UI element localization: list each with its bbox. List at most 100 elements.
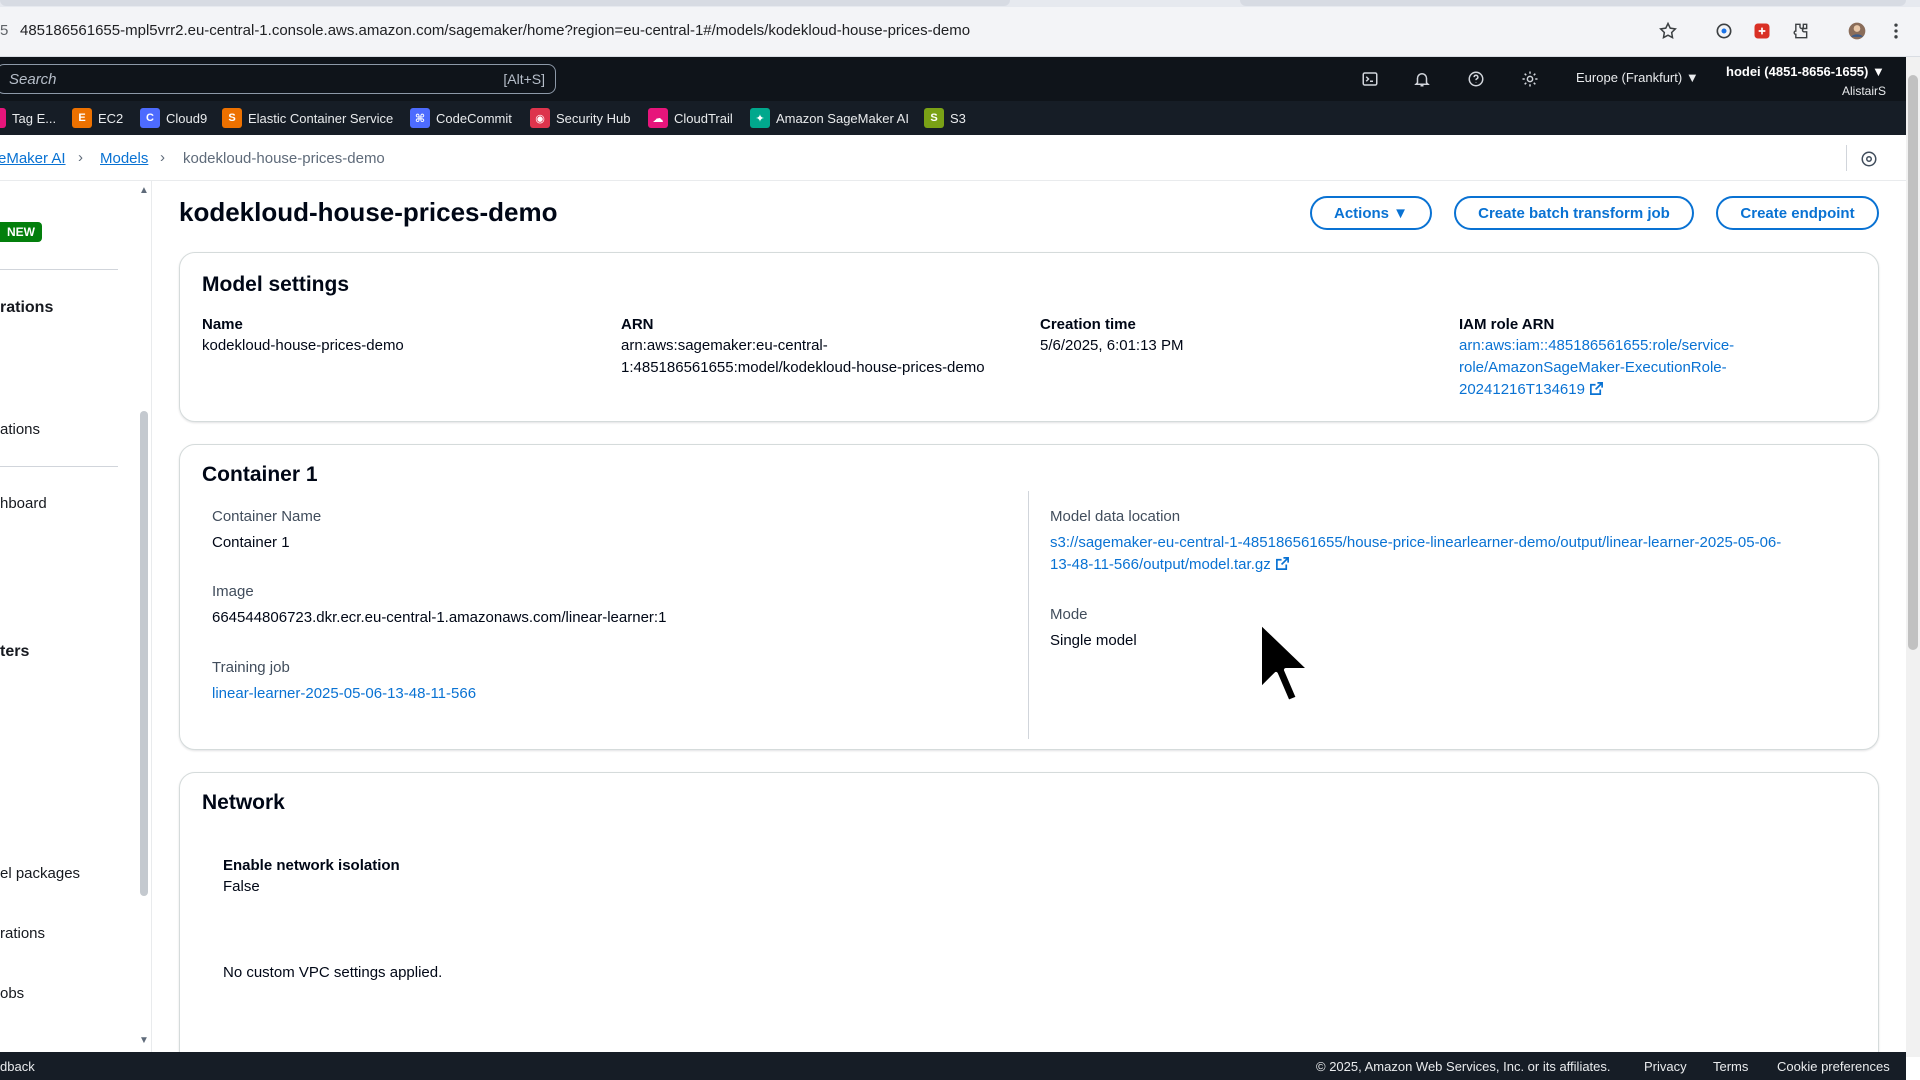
name-label: Name [202,316,243,333]
create-batch-transform-job-button[interactable]: Create batch transform job [1454,196,1694,230]
training-job-label: Training job [212,659,290,676]
model-data-location-label: Model data location [1050,508,1181,525]
favorite-tag-editor[interactable]: T Tag E... [0,108,56,128]
scroll-up-icon[interactable]: ▲ [139,185,149,196]
tag-editor-icon: T [0,108,6,128]
favorite-codecommit[interactable]: ⌘ CodeCommit [410,108,512,128]
favorite-ecs[interactable]: S Elastic Container Service [222,108,393,128]
search-shortcut-hint: [Alt+S] [503,71,545,87]
active-tab-hint[interactable] [0,0,1010,6]
iam-line: arn:aws:iam::485186561655:role/service- [1459,337,1735,354]
arn-line: arn:aws:sagemaker:eu-central- [621,337,828,354]
sidebar-item-dashboard[interactable]: hboard [0,495,47,512]
favorite-label: EC2 [98,110,124,126]
tab-strip [0,0,1920,7]
breadcrumb-sagemaker[interactable]: eMaker AI [0,150,66,167]
network-isolation-value: False [223,878,260,895]
creation-time-value: 5/6/2025, 6:01:13 PM [1040,337,1184,354]
page-settings-icon[interactable] [1860,150,1878,168]
extensions-puzzle-icon[interactable] [1786,17,1814,45]
column-divider [1028,491,1029,739]
region-selector[interactable]: Europe (Frankfurt) ▼ [1576,70,1699,85]
scroll-down-icon[interactable]: ▼ [139,1035,149,1046]
iam-line-text: 20241216T134619 [1459,381,1585,398]
data-line-text: 13-48-11-566/output/model.tar.gz [1050,556,1271,573]
image-value: 664544806723.dkr.ecr.eu-central-1.amazon… [212,609,667,626]
network-panel: Network Enable network isolation False N… [179,772,1879,1072]
url-text[interactable]: 485186561655-mpl5vrr2.eu-central-1.conso… [20,22,970,39]
favorite-label: CodeCommit [436,110,512,126]
sidebar-item-applications[interactable]: ations [0,421,40,438]
feedback-link[interactable]: dback [0,1059,35,1074]
favorite-label: Tag E... [12,110,57,126]
extension-red-icon[interactable] [1748,17,1776,45]
network-isolation-label: Enable network isolation [223,857,400,874]
account-menu[interactable]: hodei (4851-8656-1655) ▼ [1726,64,1885,79]
container-name-label: Container Name [212,508,322,525]
data-line: 13-48-11-566/output/model.tar.gz [1050,554,1781,576]
create-endpoint-button[interactable]: Create endpoint [1716,196,1879,230]
favorite-sagemaker[interactable]: ✦ Amazon SageMaker AI [750,108,909,128]
favorite-cloudtrail[interactable]: ☁ CloudTrail [648,108,733,128]
actions-button[interactable]: Actions ▼ [1310,196,1432,230]
model-data-location-link[interactable]: s3://sagemaker-eu-central-1-485186561655… [1050,532,1781,576]
external-link-icon [1275,557,1289,570]
sidebar-scrollbar[interactable] [140,411,148,896]
cloudtrail-icon: ☁ [648,108,668,128]
favorite-label: Amazon SageMaker AI [776,110,909,126]
browser-menu-icon[interactable] [1882,17,1910,45]
favorite-ec2[interactable]: E EC2 [72,108,123,128]
console-footer: dback © 2025, Amazon Web Services, Inc. … [0,1052,1906,1080]
codecommit-icon: ⌘ [410,108,430,128]
favorite-label: Elastic Container Service [248,110,394,126]
favorite-cloud9[interactable]: C Cloud9 [140,108,207,128]
profile-avatar-icon[interactable] [1843,17,1871,45]
privacy-link[interactable]: Privacy [1644,1059,1687,1074]
sidebar-item-jobs[interactable]: obs [0,985,24,1002]
page-scrollbar-thumb[interactable] [1908,75,1918,650]
sidebar-divider [0,269,118,270]
image-label: Image [212,583,254,600]
search-input[interactable] [9,69,469,89]
sidebar-item-configurations[interactable]: rations [0,925,45,942]
cookie-preferences-link[interactable]: Cookie preferences [1777,1059,1890,1074]
notifications-bell-icon[interactable] [1410,67,1434,91]
console-search[interactable]: [Alt+S] [0,64,556,94]
iam-role-link[interactable]: arn:aws:iam::485186561655:role/service- … [1459,335,1734,401]
terms-link[interactable]: Terms [1713,1059,1748,1074]
training-job-link[interactable]: linear-learner-2025-05-06-13-48-11-566 [212,683,476,705]
sidebar-item-model-packages[interactable]: el packages [0,865,80,882]
iam-role-label: IAM role ARN [1459,316,1555,333]
ec2-icon: E [72,108,92,128]
mode-label: Mode [1050,606,1088,623]
iam-line: 20241216T134619 [1459,379,1734,401]
sagemaker-icon: ✦ [750,108,770,128]
cloud9-icon: C [140,108,160,128]
panel-title: Network [202,791,285,814]
mouse-cursor-icon [1258,620,1312,704]
new-badge: NEW [0,222,42,242]
address-bar[interactable]: 5 485186561655-mpl5vrr2.eu-central-1.con… [0,13,1920,49]
bookmark-star-icon[interactable] [1654,17,1682,45]
tab-hint[interactable] [1240,0,1906,6]
sidebar-section-clusters[interactable]: ters [0,643,29,661]
arn-label: ARN [621,316,654,333]
data-line: s3://sagemaker-eu-central-1-485186561655… [1050,534,1782,551]
sidebar-section-configurations[interactable]: rations [0,299,53,317]
help-icon[interactable] [1464,67,1488,91]
vpc-settings-text: No custom VPC settings applied. [223,964,443,981]
favorite-s3[interactable]: S S3 [924,108,966,128]
settings-gear-icon[interactable] [1518,67,1542,91]
favorite-security-hub[interactable]: ◉ Security Hub [530,108,630,128]
browser-toolbar: 5 485186561655-mpl5vrr2.eu-central-1.con… [0,0,1920,57]
container-panel: Container 1 Container Name Container 1 I… [179,444,1879,750]
sidebar-divider [0,466,118,467]
breadcrumb-divider [1846,145,1847,171]
model-settings-panel: Model settings Name kodekloud-house-pric… [179,252,1879,422]
breadcrumb-models[interactable]: Models [100,150,148,167]
favorite-label: CloudTrail [674,110,733,126]
panel-title: Container 1 [202,463,318,486]
mode-value: Single model [1050,632,1137,649]
cloudshell-icon[interactable] [1358,67,1382,91]
extension-shield-icon[interactable] [1710,17,1738,45]
